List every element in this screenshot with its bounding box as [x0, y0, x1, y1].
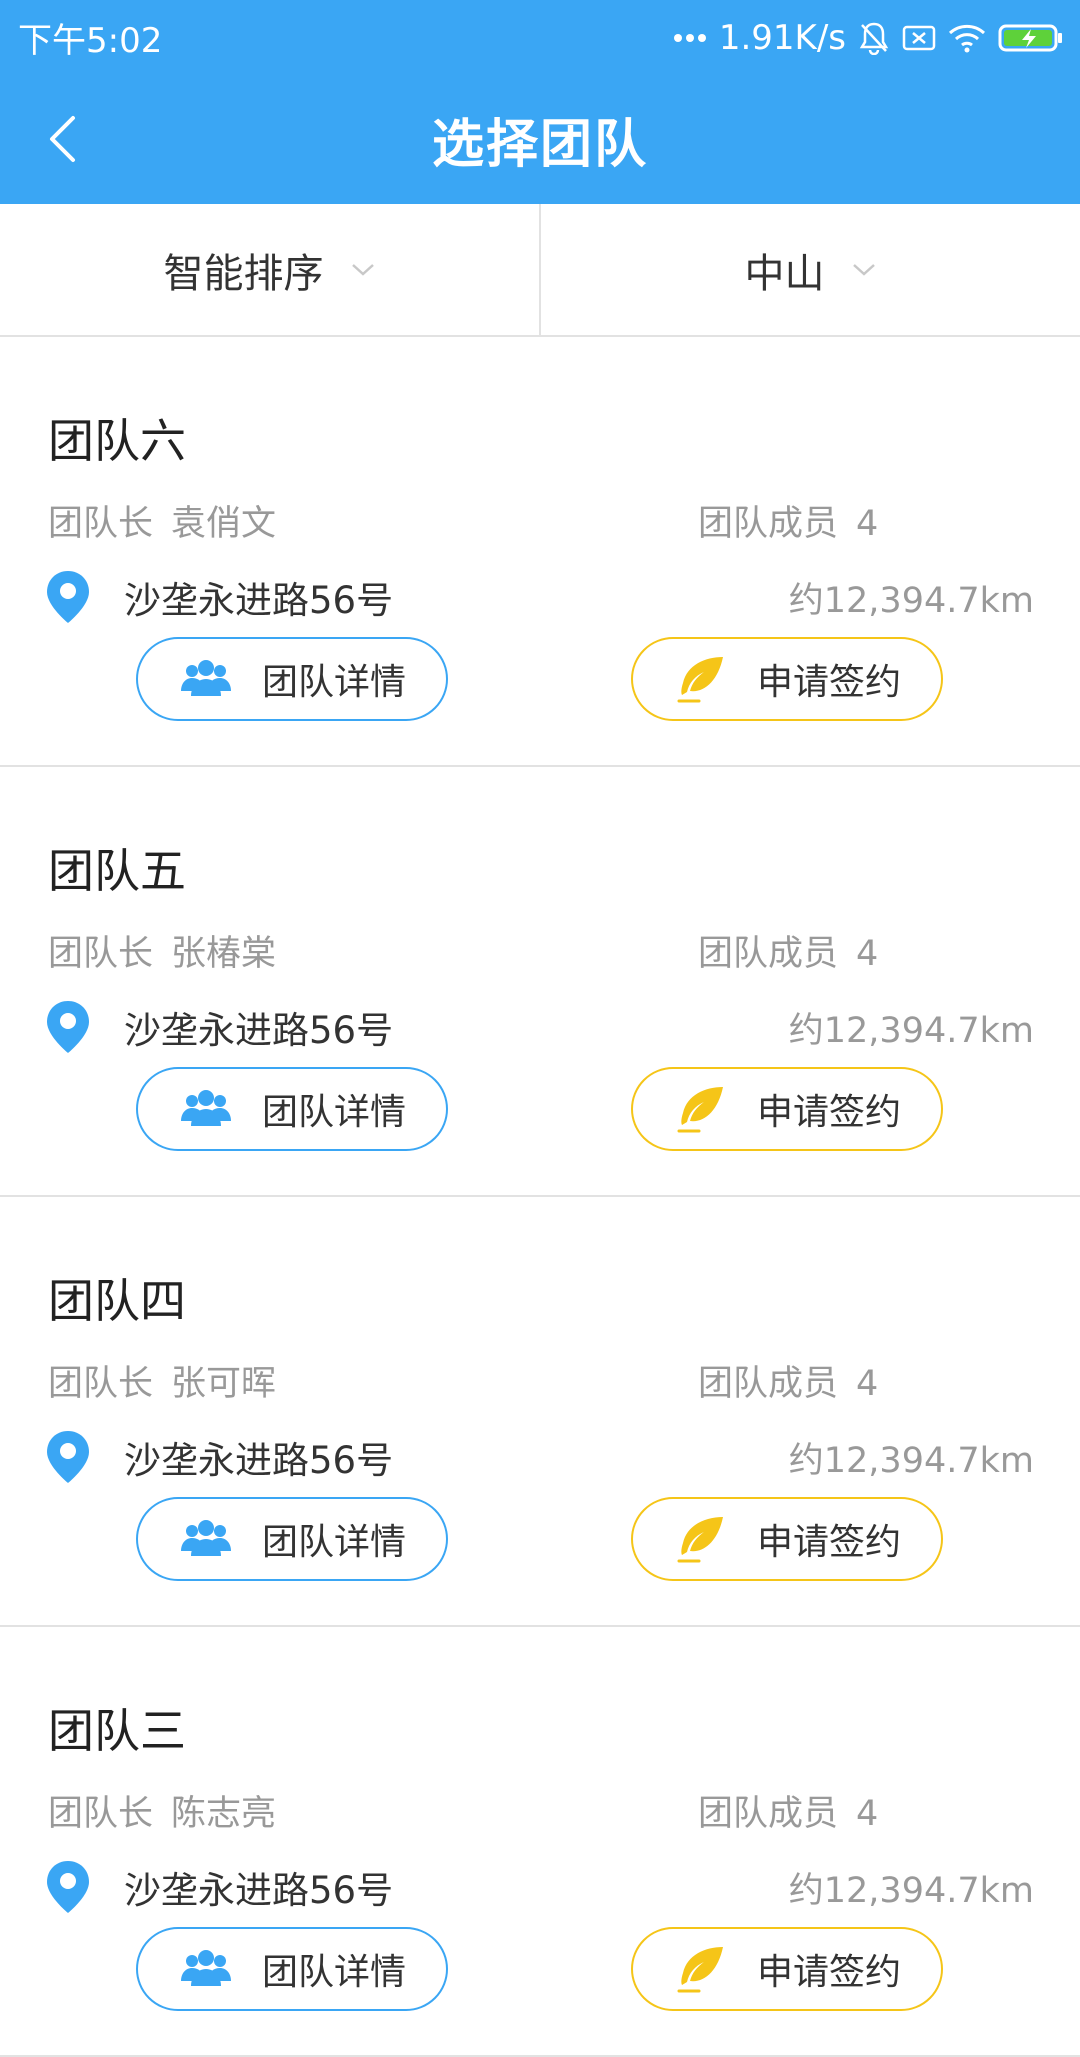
team-leader: 团队长 袁俏文 [48, 495, 276, 546]
apply-sign-label: 申请签约 [757, 662, 902, 703]
wifi-icon [948, 23, 986, 53]
apply-sign-button[interactable]: 申请签约 [631, 1067, 943, 1151]
sim-off-icon [902, 24, 936, 52]
location-row: 沙垄永进路56号 约12,394.7km [44, 1429, 1034, 1485]
team-detail-label: 团队详情 [262, 1522, 407, 1563]
team-leader: 团队长 张可晖 [48, 1355, 276, 1406]
members-count: 4 [856, 504, 879, 544]
team-members: 团队成员 4 [698, 1355, 878, 1406]
team-distance: 约12,394.7km [788, 1010, 1034, 1051]
team-address: 沙垄永进路56号 [124, 1869, 394, 1912]
location-pin-icon [44, 1859, 92, 1915]
team-card[interactable]: 团队三 团队长 陈志亮 团队成员 4 沙垄永进路56号 约12,394.7km 团队… [0, 1627, 1080, 2057]
filter-bar: 智能排序 中山 [0, 204, 1080, 337]
quill-pen-icon [673, 651, 729, 707]
team-address: 沙垄永进路56号 [124, 1439, 394, 1482]
members-label: 团队成员 [698, 504, 839, 544]
team-members-icon [178, 1081, 234, 1137]
team-leader: 团队长 陈志亮 [48, 1785, 276, 1836]
chevron-left-icon [50, 116, 75, 162]
team-card[interactable]: 团队六 团队长 袁俏文 团队成员 4 沙垄永进路56号 约12,394.7km 团队… [0, 337, 1080, 767]
leader-name: 袁俏文 [171, 504, 277, 544]
location-pin-icon [44, 999, 92, 1055]
team-members-icon [178, 1511, 234, 1567]
status-bar: 下午5:02 1.91K/s [0, 0, 1080, 75]
quill-pen-icon [673, 1941, 729, 1997]
city-label: 中山 [744, 250, 825, 297]
leader-label: 团队长 [48, 1794, 154, 1834]
members-label: 团队成员 [698, 1364, 839, 1404]
team-members: 团队成员 4 [698, 495, 878, 546]
team-name: 团队三 [48, 1704, 186, 1758]
team-distance: 约12,394.7km [788, 1440, 1034, 1481]
members-label: 团队成员 [698, 1794, 839, 1834]
apply-sign-label: 申请签约 [757, 1522, 902, 1563]
location-row: 沙垄永进路56号 约12,394.7km [44, 569, 1034, 625]
city-dropdown[interactable]: 中山 [541, 204, 1080, 335]
apply-sign-button[interactable]: 申请签约 [631, 1497, 943, 1581]
team-detail-button[interactable]: 团队详情 [136, 637, 448, 721]
members-count: 4 [856, 934, 879, 974]
mute-icon [858, 21, 890, 55]
team-address: 沙垄永进路56号 [124, 1009, 394, 1052]
team-detail-label: 团队详情 [262, 662, 407, 703]
team-list: 团队六 团队长 袁俏文 团队成员 4 沙垄永进路56号 约12,394.7km 团队… [0, 337, 1080, 2057]
team-detail-button[interactable]: 团队详情 [136, 1497, 448, 1581]
sort-dropdown[interactable]: 智能排序 [0, 204, 541, 335]
status-icons: 1.91K/s [673, 18, 1064, 58]
members-label: 团队成员 [698, 934, 839, 974]
team-members-icon [178, 651, 234, 707]
page-title: 选择团队 [431, 115, 648, 175]
location-pin-icon [44, 1429, 92, 1485]
members-count: 4 [856, 1364, 879, 1404]
team-address: 沙垄永进路56号 [124, 579, 394, 622]
chevron-down-icon [851, 262, 877, 278]
apply-sign-label: 申请签约 [757, 1952, 902, 1993]
location-pin-icon [44, 569, 92, 625]
nav-bar: 选择团队 [0, 75, 1080, 204]
more-dots-icon [673, 33, 707, 43]
team-leader: 团队长 张椿棠 [48, 925, 276, 976]
apply-sign-button[interactable]: 申请签约 [631, 637, 943, 721]
leader-name: 张可晖 [171, 1364, 277, 1404]
location-row: 沙垄永进路56号 约12,394.7km [44, 1859, 1034, 1915]
apply-sign-label: 申请签约 [757, 1092, 902, 1133]
network-speed: 1.91K/s [718, 17, 846, 58]
team-detail-button[interactable]: 团队详情 [136, 1067, 448, 1151]
team-distance: 约12,394.7km [788, 580, 1034, 621]
team-name: 团队六 [48, 414, 186, 468]
team-card[interactable]: 团队四 团队长 张可晖 团队成员 4 沙垄永进路56号 约12,394.7km 团队… [0, 1197, 1080, 1627]
team-members: 团队成员 4 [698, 925, 878, 976]
team-card[interactable]: 团队五 团队长 张椿棠 团队成员 4 沙垄永进路56号 约12,394.7km 团队… [0, 767, 1080, 1197]
apply-sign-button[interactable]: 申请签约 [631, 1927, 943, 2011]
battery-charging-icon [998, 23, 1064, 53]
team-members: 团队成员 4 [698, 1785, 878, 1836]
app-header: 下午5:02 1.91K/s 选择团队 [0, 0, 1080, 204]
team-name: 团队四 [48, 1274, 186, 1328]
quill-pen-icon [673, 1511, 729, 1567]
back-button[interactable] [26, 103, 98, 175]
team-detail-label: 团队详情 [262, 1952, 407, 1993]
quill-pen-icon [673, 1081, 729, 1137]
team-distance: 约12,394.7km [788, 1870, 1034, 1911]
leader-label: 团队长 [48, 1364, 154, 1404]
team-detail-button[interactable]: 团队详情 [136, 1927, 448, 2011]
leader-name: 陈志亮 [171, 1794, 277, 1834]
leader-label: 团队长 [48, 934, 154, 974]
team-name: 团队五 [48, 844, 186, 898]
leader-name: 张椿棠 [171, 934, 277, 974]
location-row: 沙垄永进路56号 约12,394.7km [44, 999, 1034, 1055]
status-time: 下午5:02 [18, 21, 163, 61]
team-members-icon [178, 1941, 234, 1997]
sort-label: 智能排序 [163, 250, 324, 297]
leader-label: 团队长 [48, 504, 154, 544]
members-count: 4 [856, 1794, 879, 1834]
team-detail-label: 团队详情 [262, 1092, 407, 1133]
chevron-down-icon [350, 262, 376, 278]
